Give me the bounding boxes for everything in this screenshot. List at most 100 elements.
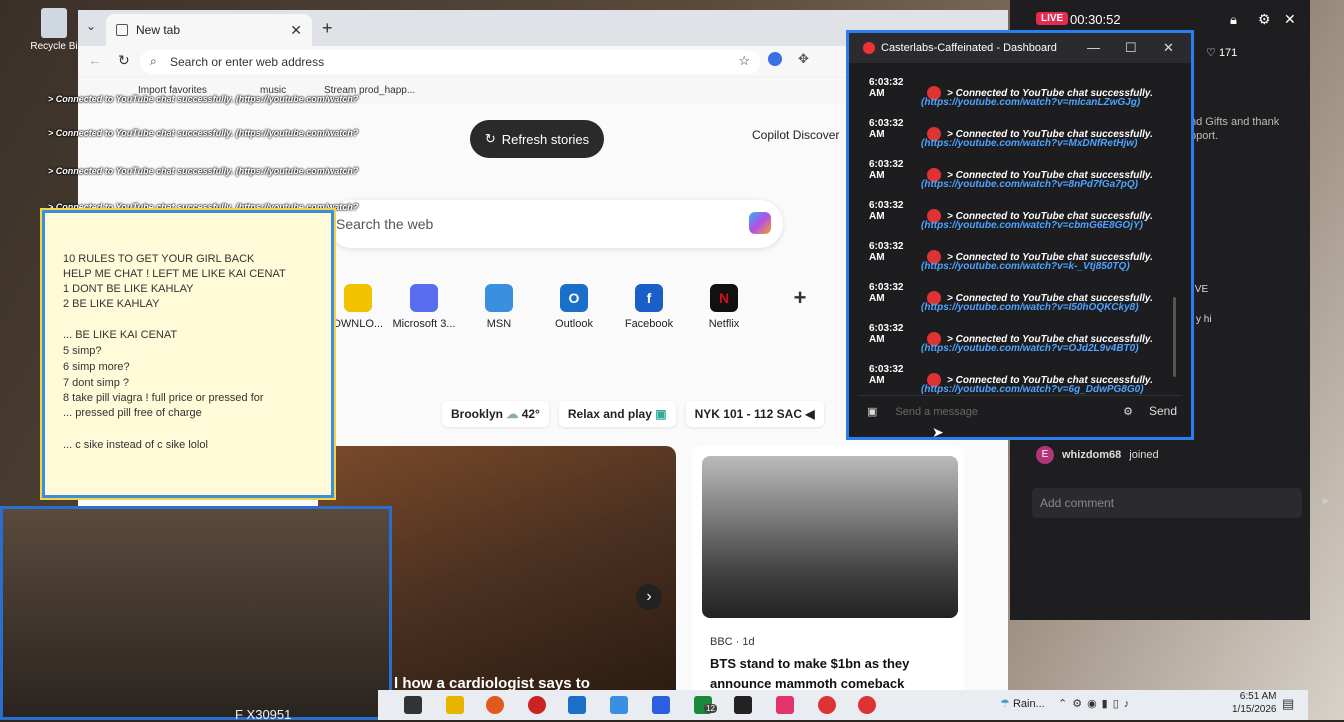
- message-link[interactable]: (https://youtube.com/watch?v=MxDNfRetHjw…: [921, 138, 1137, 149]
- close-window-icon[interactable]: ✕: [1163, 40, 1174, 56]
- notification-badge: 12: [704, 704, 717, 713]
- taskbar: 12 ☂ Rain... ⌃⚙◉▮▯♪ 6:51 AM 1/15/2026 ▤: [378, 690, 1308, 720]
- puzzle-extensions-icon[interactable]: ✥: [798, 51, 809, 67]
- chat-message-link[interactable]: (https://youtube.com/watch?v=cbmG6E8GOjY…: [921, 220, 1143, 231]
- app-icon[interactable]: [734, 696, 752, 714]
- back-arrow-icon[interactable]: ←: [88, 52, 102, 68]
- webcam-feed: F X30951: [0, 506, 392, 722]
- message-link[interactable]: (https://youtube.com/watch?v=6g_DdwPG8G0…: [921, 384, 1144, 395]
- app-icon[interactable]: [568, 696, 586, 714]
- app-icon[interactable]: [486, 696, 504, 714]
- chat-message-link[interactable]: (https://youtube.com/watch?v=OJd2L9v4BT0…: [921, 343, 1139, 354]
- quicklink-facebook[interactable]: f Facebook: [613, 284, 685, 330]
- refresh-icon: ↻: [484, 131, 496, 146]
- netflix-icon: N: [710, 284, 738, 312]
- send-button[interactable]: Send: [1149, 404, 1177, 418]
- score-label: NYK 101 - 112 SAC: [694, 407, 802, 421]
- copilot-icon[interactable]: [749, 212, 771, 234]
- app-icon[interactable]: [652, 696, 670, 714]
- system-tray-icons[interactable]: ⌃⚙◉▮▯♪: [1058, 697, 1134, 710]
- scrollbar-thumb[interactable]: [1173, 297, 1176, 377]
- send-message-input[interactable]: Send a message: [885, 406, 1123, 418]
- send-arrow-icon[interactable]: ➤: [1320, 494, 1330, 508]
- taskbar-clock[interactable]: 6:51 AM 1/15/2026: [1232, 690, 1277, 716]
- xbox-app-icon[interactable]: 12: [694, 696, 717, 714]
- casterlabs-taskbar-icon[interactable]: [818, 696, 836, 714]
- favorite-star-icon[interactable]: ☆: [738, 53, 750, 69]
- message-time: 6:03:32 AM: [869, 118, 904, 140]
- tab-new-tab[interactable]: New tab ✕: [106, 14, 312, 46]
- chat-message-link[interactable]: (https://youtube.com/watch?v=mIcanLZwGJg…: [921, 97, 1140, 108]
- refresh-stories-button[interactable]: ↻ Refresh stories: [470, 120, 604, 158]
- joined-user: whizdom68: [1062, 449, 1122, 461]
- card-image: [702, 456, 958, 618]
- add-quicklink-button[interactable]: +: [764, 284, 836, 318]
- user-avatar: E: [1036, 446, 1054, 464]
- maximize-icon[interactable]: ☐: [1125, 40, 1137, 56]
- add-comment-input[interactable]: Add comment ➤: [1032, 488, 1330, 518]
- cloud-icon: ☁: [506, 407, 519, 421]
- news-card-bts[interactable]: BBC · 1d BTS stand to make $1bn as they …: [692, 446, 964, 690]
- settings-gear-icon[interactable]: ⚙: [1123, 405, 1133, 418]
- close-icon[interactable]: ✕: [1284, 11, 1296, 28]
- tab-list-chevron-icon[interactable]: ⌄: [86, 19, 96, 33]
- weather-temp: 42°: [521, 407, 540, 421]
- lock-icon[interactable]: 🔒︎: [1230, 12, 1237, 28]
- message-link[interactable]: (https://youtube.com/watch?v=OJd2L9v4BT0…: [921, 343, 1139, 354]
- recycle-bin-icon[interactable]: Recycle Bi: [30, 8, 78, 52]
- overlay-connected-line: > Connected to YouTube chat successfully…: [48, 94, 359, 104]
- twitch-platform-icon[interactable]: ▣: [867, 405, 877, 418]
- message-link[interactable]: (https://youtube.com/watch?v=k-_Vtj850TQ…: [921, 261, 1130, 272]
- weather-widget[interactable]: ☂ Rain...: [1000, 697, 1045, 710]
- next-arrow-icon[interactable]: ›: [636, 584, 662, 610]
- copilot-discover-link[interactable]: Copilot Discover: [752, 128, 839, 142]
- reload-icon[interactable]: ↻: [118, 52, 130, 69]
- likes-value: 171: [1218, 47, 1238, 59]
- quicklink-netflix[interactable]: N Netflix: [688, 284, 760, 330]
- extension-icon[interactable]: [768, 52, 782, 66]
- quicklink-microsoft365[interactable]: Microsoft 3...: [388, 284, 460, 330]
- web-search-input[interactable]: Search the web: [328, 200, 783, 248]
- message-link[interactable]: (https://youtube.com/watch?v=8nPd7fGa7pQ…: [921, 179, 1138, 190]
- score-pill[interactable]: NYK 101 - 112 SAC ◀: [685, 401, 824, 427]
- chevron-left-icon[interactable]: ◀: [805, 407, 814, 421]
- message-link[interactable]: (https://youtube.com/watch?v=cbmG6E8GOjY…: [921, 220, 1143, 231]
- app-icon[interactable]: [776, 696, 794, 714]
- new-tab-plus-icon[interactable]: +: [322, 18, 333, 39]
- quicklink-msn[interactable]: MSN: [463, 284, 535, 330]
- tile-label: Microsoft 3...: [392, 318, 456, 330]
- window-titlebar: Casterlabs-Caffeinated - Dashboard — ☐ ✕: [849, 33, 1191, 63]
- app-icon[interactable]: [610, 696, 628, 714]
- message-time: 6:03:32 AM: [869, 364, 904, 386]
- minimize-icon[interactable]: —: [1087, 40, 1100, 55]
- panel-snippet: nd Gifts and thank: [1190, 116, 1280, 128]
- casterlabs-taskbar-icon[interactable]: [858, 696, 876, 714]
- gear-icon[interactable]: ⚙: [1258, 11, 1271, 28]
- tile-label: DWNLO...: [332, 318, 384, 330]
- address-bar-input[interactable]: ⌕ Search or enter web address ☆: [140, 50, 760, 74]
- chat-message-link[interactable]: (https://youtube.com/watch?v=I50hOQKCky8…: [921, 302, 1139, 313]
- relax-play-pill[interactable]: Relax and play ▣: [558, 401, 676, 427]
- quicklink-outlook[interactable]: O Outlook: [538, 284, 610, 330]
- chat-message-link[interactable]: (https://youtube.com/watch?v=MxDNfRetHjw…: [921, 138, 1137, 149]
- chat-message-link[interactable]: (https://youtube.com/watch?v=8nPd7fGa7pQ…: [921, 179, 1138, 190]
- overlay-text-line: ... pressed pill free of charge: [63, 407, 202, 419]
- message-link[interactable]: (https://youtube.com/watch?v=I50hOQKCky8…: [921, 302, 1139, 313]
- live-badge: LIVE: [1036, 12, 1069, 25]
- app-icon[interactable]: [404, 696, 422, 714]
- app-icon[interactable]: [446, 696, 464, 714]
- casterlabs-logo-icon: [863, 42, 875, 54]
- chat-message-link[interactable]: (https://youtube.com/watch?v=k-_Vtj850TQ…: [921, 261, 1130, 272]
- message-link[interactable]: (https://youtube.com/watch?v=mIcanLZwGJg…: [921, 97, 1140, 108]
- notification-icon[interactable]: ▤: [1282, 696, 1294, 712]
- app-icon[interactable]: [528, 696, 546, 714]
- tile-label: Netflix: [708, 318, 740, 330]
- weather-pill[interactable]: Brooklyn ☁ 42°: [442, 401, 549, 427]
- message-composer: ▣ Send a message ⚙ Send: [859, 395, 1181, 427]
- card-source: BBC · 1d: [710, 636, 755, 648]
- chat-message-link[interactable]: (https://youtube.com/watch?v=6g_DdwPG8G0…: [921, 384, 1144, 395]
- overlay-text-line: 2 BE LIKE KAHLAY: [63, 298, 160, 310]
- tab-favicon-icon: [116, 24, 128, 36]
- tile-label: MSN: [486, 318, 512, 330]
- close-tab-icon[interactable]: ✕: [290, 22, 302, 39]
